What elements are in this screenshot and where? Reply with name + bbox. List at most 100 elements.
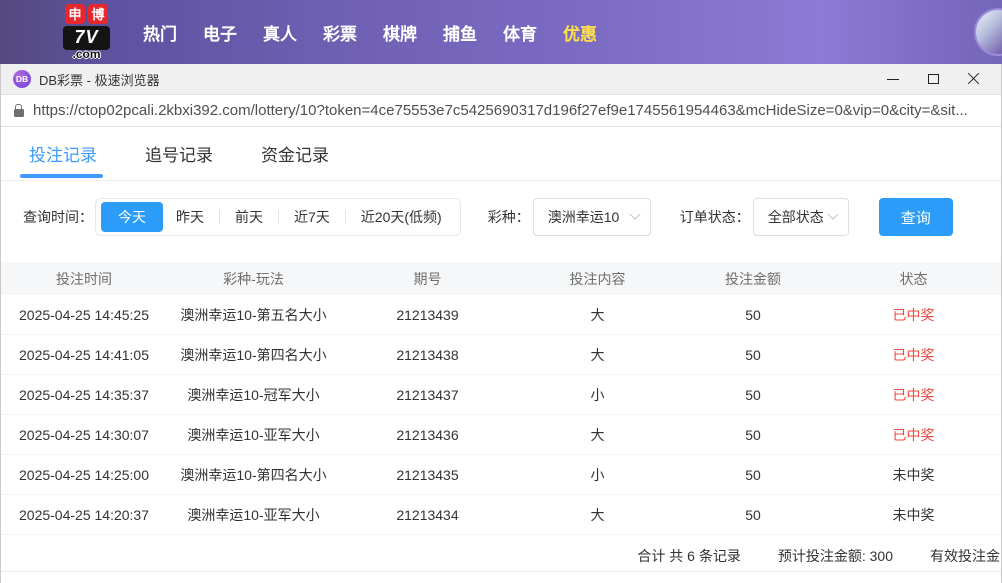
cell-amount: 50	[680, 307, 826, 323]
cell-content: 大	[515, 345, 680, 365]
status-select-value: 全部状态	[768, 207, 824, 227]
table-row: 2025-04-25 14:35:37澳洲幸运10-冠军大小21213437小5…	[1, 375, 1001, 415]
cell-status: 已中奖	[826, 305, 1001, 325]
cell-content: 小	[515, 385, 680, 405]
separator	[345, 210, 346, 224]
cell-status: 已中奖	[826, 345, 1001, 365]
cell-game: 澳洲幸运10-亚军大小	[167, 505, 340, 525]
column-header-1: 彩种-玩法	[167, 269, 340, 289]
cell-status: 未中奖	[826, 465, 1001, 485]
cell-issue: 21213439	[340, 307, 515, 323]
cell-game: 澳洲幸运10-亚军大小	[167, 425, 340, 445]
nav-item-5[interactable]: 捕鱼	[430, 20, 490, 45]
time-option-4[interactable]: 近20天(低频)	[348, 202, 455, 232]
cell-issue: 21213437	[340, 387, 515, 403]
url-text[interactable]: https://ctop02pcali.2kbxi392.com/lottery…	[33, 102, 988, 119]
table-row: 2025-04-25 14:30:07澳洲幸运10-亚军大小21213436大5…	[1, 415, 1001, 455]
record-tabs: 投注记录追号记录资金记录	[1, 127, 1001, 181]
table-header: 投注时间彩种-玩法期号投注内容投注金额状态	[1, 262, 1001, 295]
cell-issue: 21213434	[340, 507, 515, 523]
lottery-select[interactable]: 澳洲幸运10	[533, 198, 651, 236]
close-button[interactable]	[953, 64, 993, 94]
table-row: 2025-04-25 14:41:05澳洲幸运10-第四名大小21213438大…	[1, 335, 1001, 375]
table-summary: 合计 共 6 条记录 预计投注金额: 300 有效投注金	[1, 540, 1001, 572]
cell-amount: 50	[680, 467, 826, 483]
cell-status: 已中奖	[826, 425, 1001, 445]
nav-item-0[interactable]: 热门	[130, 20, 190, 45]
avatar[interactable]	[974, 8, 1002, 56]
logo-badge-bo: 博	[88, 4, 108, 24]
column-header-2: 期号	[340, 269, 515, 289]
window-title: DB彩票 - 极速浏览器	[39, 70, 160, 89]
cell-time: 2025-04-25 14:45:25	[1, 307, 167, 323]
table-row: 2025-04-25 14:20:37澳洲幸运10-亚军大小21213434大5…	[1, 495, 1001, 535]
chevron-down-icon	[827, 209, 838, 220]
time-filter-label: 查询时间：	[23, 207, 93, 227]
nav-item-1[interactable]: 电子	[190, 20, 250, 45]
time-option-2[interactable]: 前天	[222, 202, 276, 232]
favicon: DB	[13, 70, 31, 88]
minimize-button[interactable]	[873, 64, 913, 94]
cell-status: 已中奖	[826, 385, 1001, 405]
cell-time: 2025-04-25 14:41:05	[1, 347, 167, 363]
nav-item-4[interactable]: 棋牌	[370, 20, 430, 45]
summary-total-records: 合计 共 6 条记录	[637, 546, 740, 566]
table-row: 2025-04-25 14:25:00澳洲幸运10-第四名大小21213435小…	[1, 455, 1001, 495]
url-bar[interactable]: https://ctop02pcali.2kbxi392.com/lottery…	[1, 95, 1001, 127]
nav-item-6[interactable]: 体育	[490, 20, 550, 45]
cell-game: 澳洲幸运10-第四名大小	[167, 465, 340, 485]
logo-badges: 申 博	[65, 4, 108, 24]
table-body: 2025-04-25 14:45:25澳洲幸运10-第五名大小21213439大…	[1, 295, 1001, 535]
order-status-select[interactable]: 全部状态	[753, 198, 849, 236]
search-button[interactable]: 查询	[879, 198, 953, 236]
cell-amount: 50	[680, 507, 826, 523]
nav-item-2[interactable]: 真人	[250, 20, 310, 45]
cell-game: 澳洲幸运10-第四名大小	[167, 345, 340, 365]
lottery-select-value: 澳洲幸运10	[548, 207, 620, 227]
filter-row: 查询时间： 今天昨天前天近7天近20天(低频) 彩种： 澳洲幸运10 订单状态：…	[1, 198, 1001, 236]
maximize-button[interactable]	[913, 64, 953, 94]
time-option-1[interactable]: 昨天	[163, 202, 217, 232]
lock-icon	[14, 109, 24, 117]
cell-issue: 21213435	[340, 467, 515, 483]
time-option-0[interactable]: 今天	[101, 202, 163, 232]
cell-content: 大	[515, 505, 680, 525]
close-icon	[967, 73, 980, 86]
browser-titlebar: DB DB彩票 - 极速浏览器	[1, 64, 1001, 95]
time-option-3[interactable]: 近7天	[281, 202, 343, 232]
separator	[219, 210, 220, 224]
logo-domain: .com	[72, 47, 100, 61]
cell-content: 大	[515, 425, 680, 445]
summary-estimated-amount: 预计投注金额: 300	[778, 546, 893, 566]
cell-game: 澳洲幸运10-第五名大小	[167, 305, 340, 325]
site-logo[interactable]: 申 博 7V .com	[63, 4, 110, 61]
window-controls	[873, 64, 993, 94]
nav-item-7[interactable]: 优惠	[550, 20, 610, 45]
cell-time: 2025-04-25 14:30:07	[1, 427, 167, 443]
logo-badge-shen: 申	[65, 4, 85, 24]
tab-0[interactable]: 投注记录	[29, 127, 97, 180]
cell-content: 大	[515, 305, 680, 325]
cell-time: 2025-04-25 14:35:37	[1, 387, 167, 403]
cell-amount: 50	[680, 427, 826, 443]
separator	[278, 210, 279, 224]
cell-game: 澳洲幸运10-冠军大小	[167, 385, 340, 405]
cell-issue: 21213438	[340, 347, 515, 363]
site-nav-menu: 热门电子真人彩票棋牌捕鱼体育优惠	[130, 20, 610, 45]
table-row: 2025-04-25 14:45:25澳洲幸运10-第五名大小21213439大…	[1, 295, 1001, 335]
column-header-3: 投注内容	[515, 269, 680, 289]
tab-2[interactable]: 资金记录	[261, 127, 329, 180]
cell-amount: 50	[680, 387, 826, 403]
time-range-group: 今天昨天前天近7天近20天(低频)	[95, 198, 461, 236]
site-navbar: 申 博 7V .com 热门电子真人彩票棋牌捕鱼体育优惠	[0, 0, 1002, 64]
column-header-5: 状态	[826, 269, 1001, 289]
tab-1[interactable]: 追号记录	[145, 127, 213, 180]
bet-records-table: 投注时间彩种-玩法期号投注内容投注金额状态 2025-04-25 14:45:2…	[1, 262, 1001, 572]
nav-item-3[interactable]: 彩票	[310, 20, 370, 45]
minimize-icon	[887, 79, 899, 80]
status-filter-label: 订单状态：	[680, 207, 750, 227]
cell-status: 未中奖	[826, 505, 1001, 525]
cell-issue: 21213436	[340, 427, 515, 443]
cell-amount: 50	[680, 347, 826, 363]
browser-window: DB DB彩票 - 极速浏览器 https://ctop02pcali.2kbx…	[0, 64, 1002, 583]
